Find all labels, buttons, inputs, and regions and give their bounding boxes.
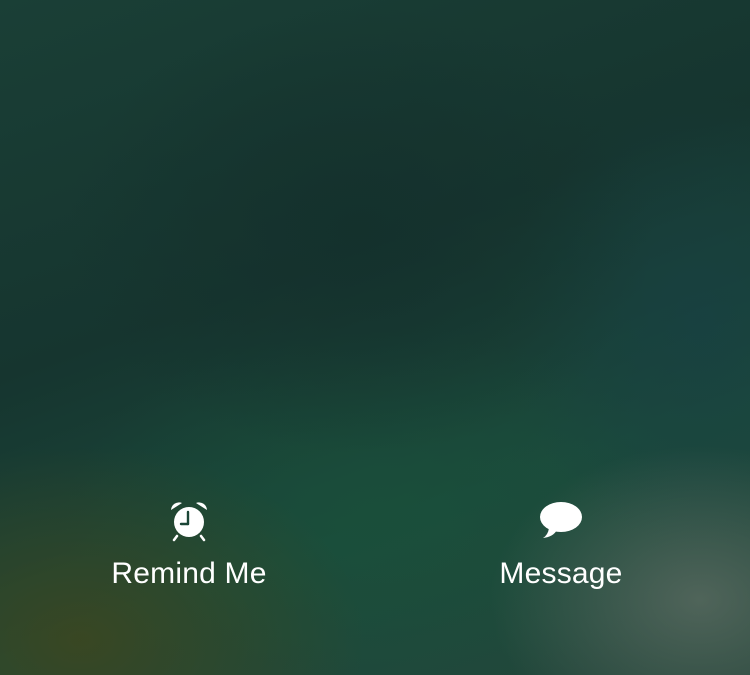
incoming-call-screen: { "actions": { "remind": { "label": "Rem… [0, 0, 750, 675]
remind-me-label: Remind Me [111, 557, 267, 590]
alarm-clock-icon [167, 498, 211, 542]
remind-me-button[interactable]: Remind Me [59, 498, 319, 592]
message-button[interactable]: Message [431, 498, 691, 592]
message-label: Message [499, 557, 623, 590]
speech-bubble-icon [539, 498, 583, 542]
